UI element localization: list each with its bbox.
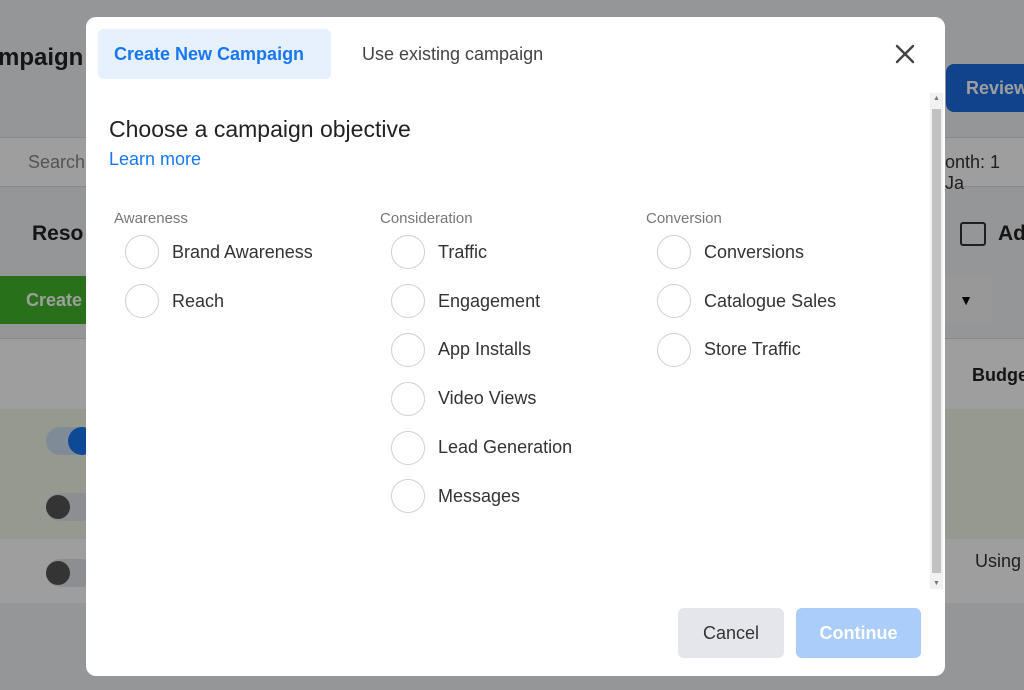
option-label: Messages: [438, 485, 521, 506]
learn-more-link[interactable]: Learn more: [109, 149, 201, 170]
tab-create-new-campaign[interactable]: Create New Campaign: [98, 29, 331, 79]
objective-option[interactable]: Brand Awareness: [109, 228, 313, 277]
option-label: Traffic: [438, 241, 488, 262]
radio-button[interactable]: [391, 381, 425, 416]
objective-column-conversion: Conversion Conversions Catalogue Sales Stor…: [641, 210, 836, 382]
radio-button[interactable]: [657, 284, 691, 319]
objective-option[interactable]: Messages: [375, 472, 572, 521]
radio-button[interactable]: [391, 430, 425, 465]
objective-option[interactable]: Traffic: [375, 228, 572, 277]
objective-option[interactable]: App Installs: [375, 326, 572, 375]
objective-option[interactable]: Reach: [109, 277, 313, 326]
objective-option[interactable]: Catalogue Sales: [641, 277, 836, 326]
scrollbar[interactable]: ▲ ▼: [930, 93, 943, 589]
radio-button[interactable]: [391, 332, 425, 367]
cancel-button[interactable]: Cancel: [678, 608, 784, 658]
option-label: App Installs: [438, 339, 532, 360]
radio-button[interactable]: [391, 284, 425, 319]
objective-column-consideration: Consideration Traffic Engagement App Instal…: [375, 210, 572, 529]
option-label: Catalogue Sales: [704, 290, 837, 311]
option-label: Store Traffic: [704, 339, 801, 360]
option-label: Brand Awareness: [172, 241, 313, 262]
objective-option[interactable]: Lead Generation: [375, 423, 572, 472]
objective-option[interactable]: Conversions: [641, 228, 836, 277]
radio-button[interactable]: [657, 235, 691, 270]
objective-option[interactable]: Engagement: [375, 277, 572, 326]
option-label: Engagement: [438, 290, 541, 311]
radio-button[interactable]: [391, 235, 425, 270]
radio-button[interactable]: [125, 235, 159, 270]
tab-use-existing-campaign[interactable]: Use existing campaign: [346, 29, 559, 79]
scrollbar-thumb[interactable]: [932, 109, 941, 573]
scroll-down-icon[interactable]: ▼: [933, 580, 940, 587]
continue-button[interactable]: Continue: [796, 608, 921, 658]
option-label: Conversions: [704, 241, 805, 262]
scroll-up-icon[interactable]: ▲: [933, 95, 940, 102]
close-icon[interactable]: [892, 41, 918, 67]
option-label: Reach: [172, 290, 225, 311]
campaign-dialog: Create New Campaign Use existing campaig…: [86, 17, 945, 676]
dialog-title: Choose a campaign objective: [109, 116, 411, 142]
option-label: Video Views: [438, 388, 537, 409]
radio-button[interactable]: [125, 284, 159, 319]
objective-option[interactable]: Video Views: [375, 374, 572, 423]
option-label: Lead Generation: [438, 437, 573, 458]
radio-button[interactable]: [657, 332, 691, 367]
objective-column-awareness: Awareness Brand Awareness Reach: [109, 210, 313, 334]
objective-option[interactable]: Store Traffic: [641, 326, 836, 375]
radio-button[interactable]: [391, 479, 425, 514]
